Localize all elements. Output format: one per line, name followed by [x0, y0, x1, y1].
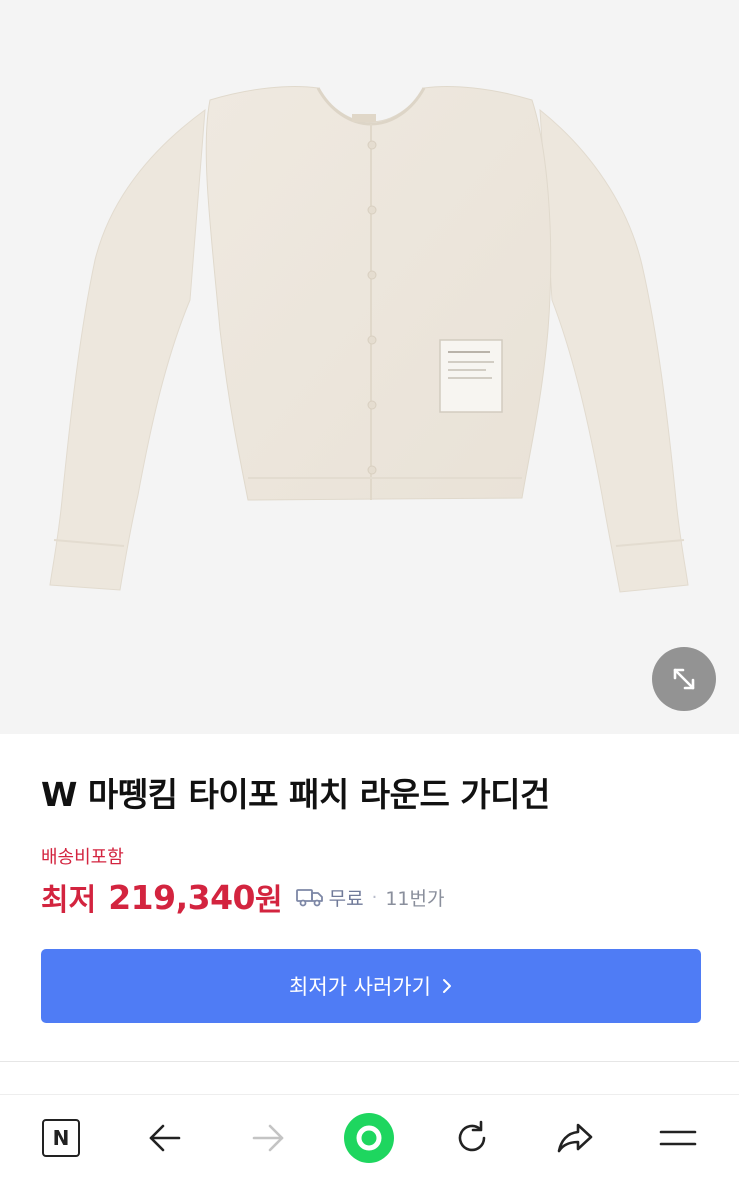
- green-dot-icon: [344, 1113, 394, 1163]
- forward-button[interactable]: [242, 1112, 294, 1164]
- refresh-icon: [458, 1120, 486, 1152]
- buy-lowest-price-button[interactable]: 최저가 사러가기: [41, 949, 701, 1023]
- refresh-button[interactable]: [446, 1112, 498, 1164]
- browser-toolbar: N: [0, 1094, 739, 1200]
- delivery-fee: 무료: [328, 887, 364, 910]
- seller-name: 11번가: [385, 887, 445, 910]
- back-button[interactable]: [139, 1112, 191, 1164]
- truck-icon: [295, 885, 325, 909]
- green-dot-button[interactable]: [343, 1112, 395, 1164]
- product-image[interactable]: [0, 0, 739, 734]
- section-divider: [0, 1061, 739, 1062]
- forward-arrow-icon: [252, 1124, 284, 1152]
- buy-button-label: 최저가 사러가기: [289, 975, 431, 999]
- zoom-button[interactable]: [652, 647, 716, 711]
- price-unit: 원: [255, 883, 283, 918]
- page: W 마뗑킴 타이포 패치 라운드 가디건 배송비포함 최저 219,340 원 …: [0, 0, 739, 1200]
- share-icon: [557, 1123, 593, 1153]
- separator-dot: ·: [371, 886, 378, 908]
- share-button[interactable]: [549, 1112, 601, 1164]
- product-title: W 마뗑킴 타이포 패치 라운드 가디건: [41, 775, 550, 814]
- price-row: 최저 219,340 원 무료 · 11번가: [41, 872, 444, 922]
- naver-home-icon: N: [42, 1119, 80, 1157]
- price-prefix: 최저: [41, 883, 97, 918]
- menu-icon: [659, 1130, 697, 1146]
- back-arrow-icon: [149, 1124, 181, 1152]
- expand-icon: [673, 668, 695, 690]
- cardigan-image: [49, 86, 689, 593]
- price-value: 219,340: [108, 877, 256, 917]
- chevron-right-icon: [441, 977, 453, 995]
- shipping-included-note: 배송비포함: [41, 847, 124, 868]
- menu-button[interactable]: [652, 1112, 704, 1164]
- naver-home-button[interactable]: N: [35, 1112, 87, 1164]
